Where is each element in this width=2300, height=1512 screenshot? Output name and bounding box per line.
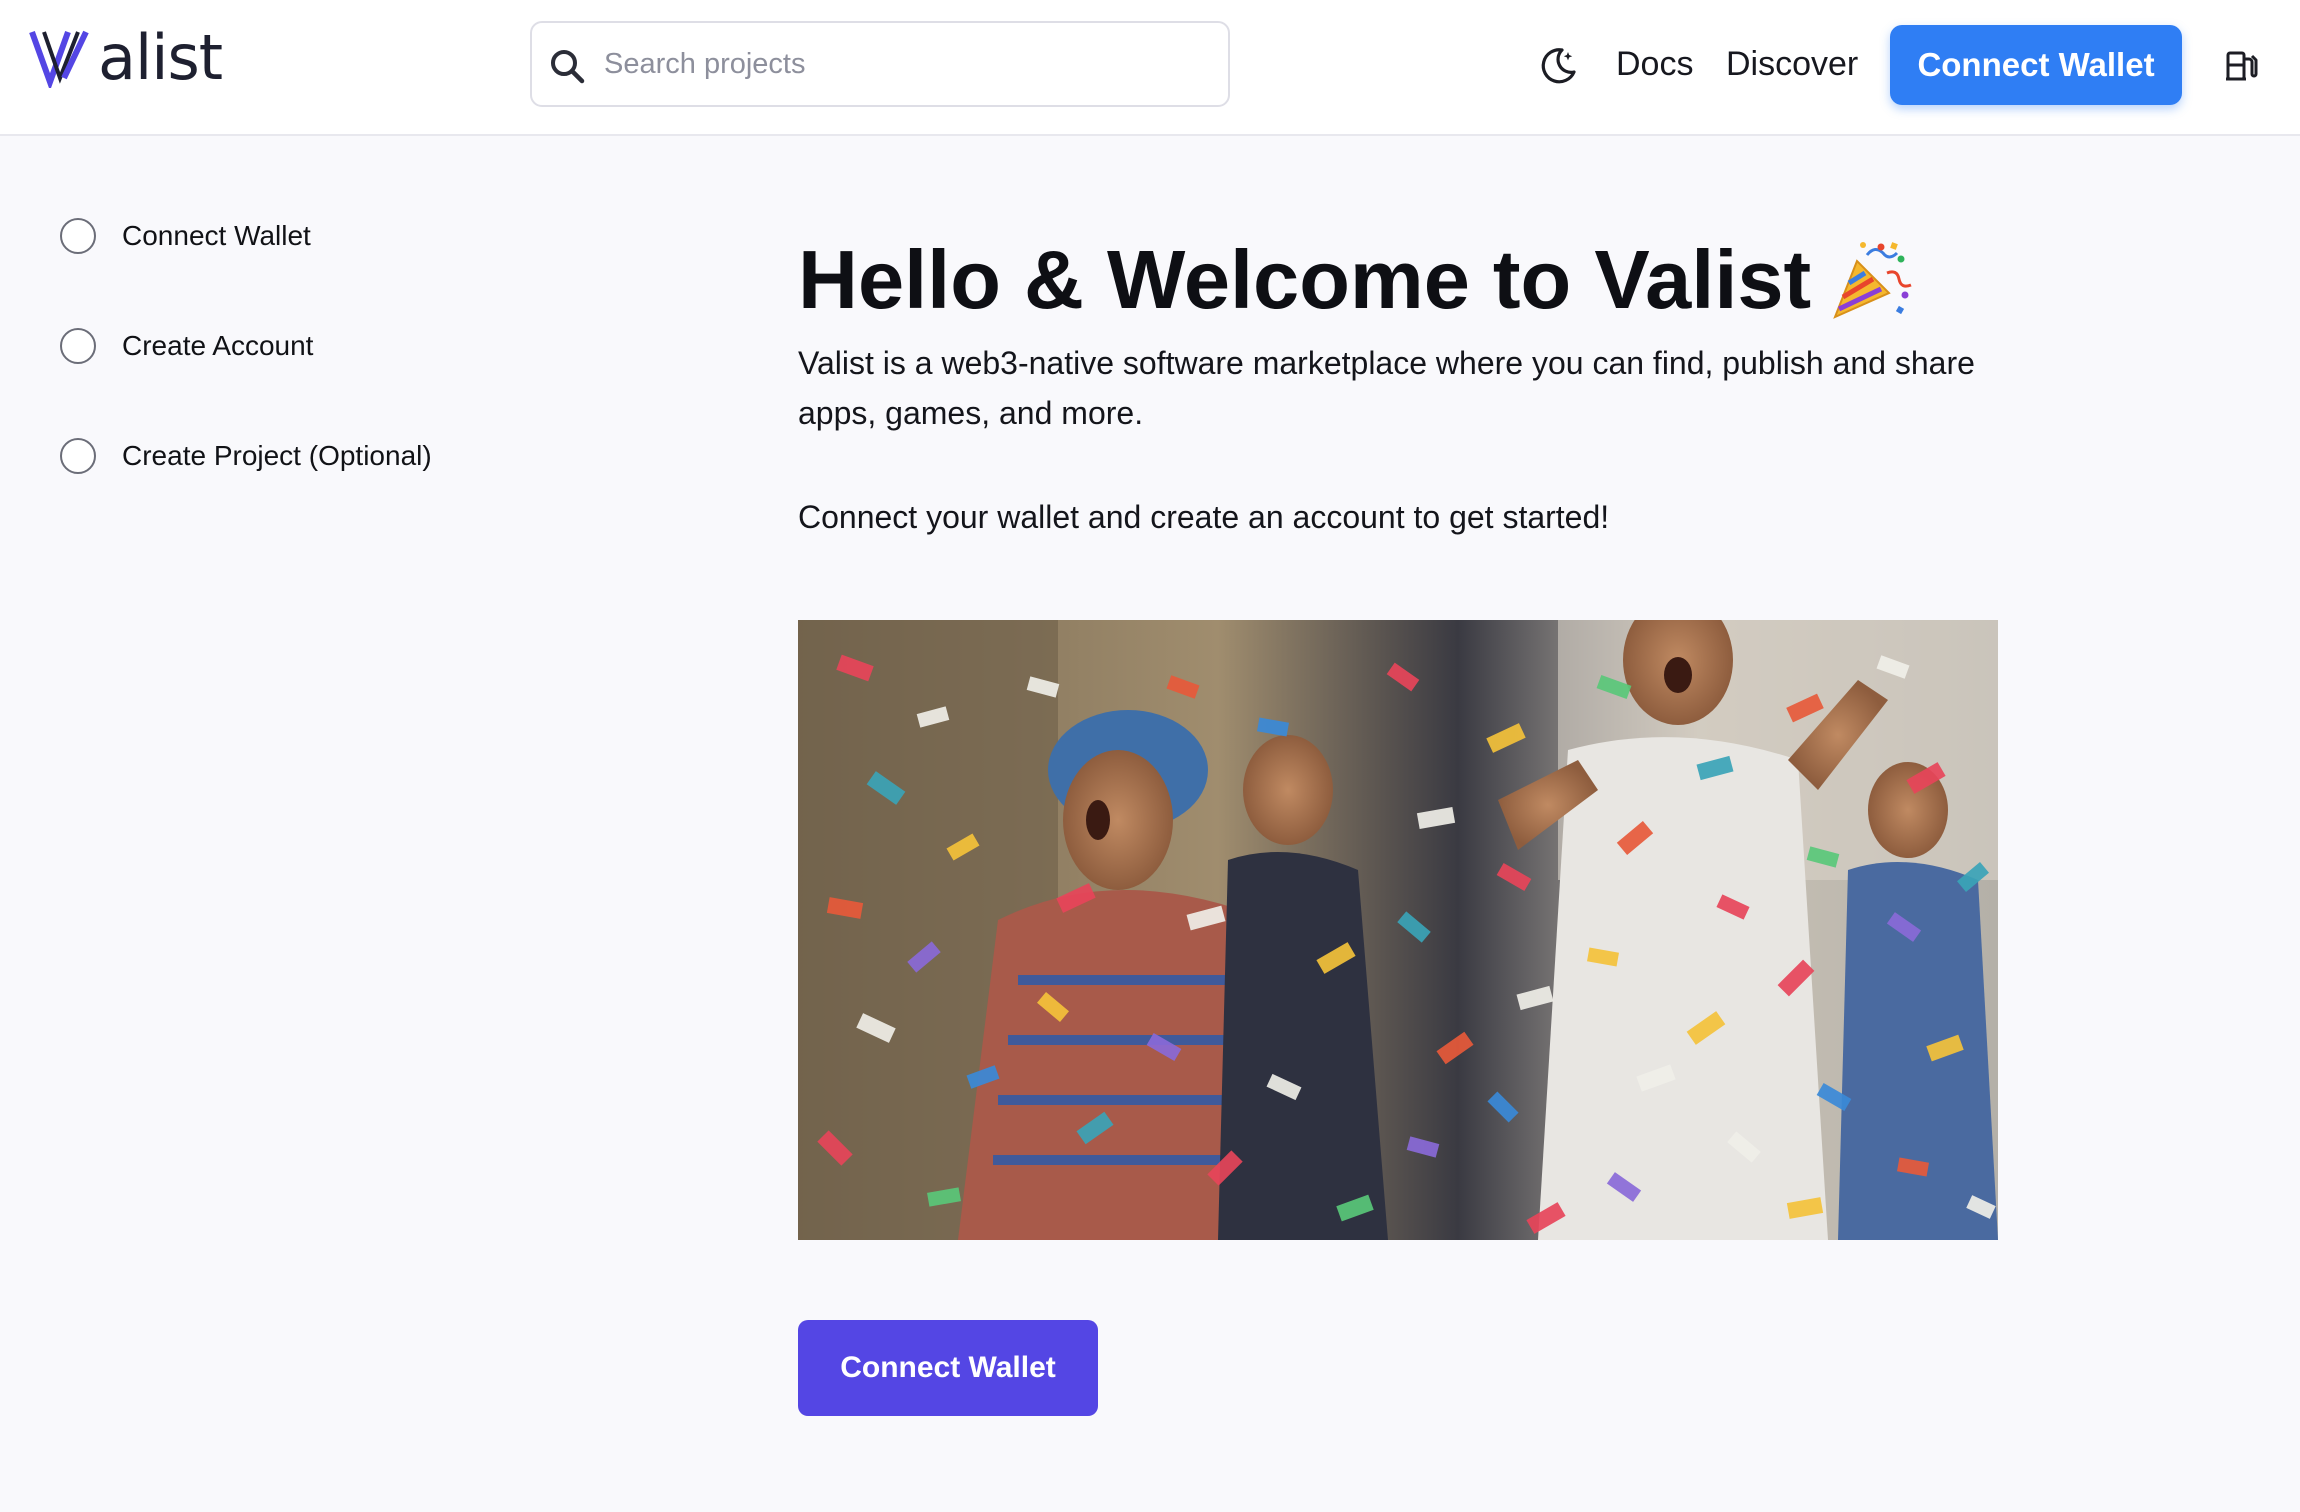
- header-connect-wallet-button[interactable]: Connect Wallet: [1890, 25, 2182, 105]
- connect-wallet-button[interactable]: Connect Wallet: [798, 1320, 1098, 1416]
- step-status-circle-icon: [60, 438, 96, 474]
- page-title-text: Hello & Welcome to Valist: [798, 233, 1812, 326]
- valist-logo[interactable]: alist: [28, 21, 223, 94]
- confetti-celebration-image: [798, 620, 1998, 1240]
- step-connect-wallet[interactable]: Connect Wallet: [60, 218, 311, 254]
- search-bar[interactable]: [530, 21, 1230, 107]
- moon-icon[interactable]: [1536, 44, 1580, 88]
- welcome-section: Hello & Welcome to Valist Valist is a we…: [798, 230, 1998, 535]
- valist-v-logo-icon: [29, 30, 89, 88]
- party-popper-icon: [1833, 242, 1912, 319]
- step-status-circle-icon: [60, 328, 96, 364]
- step-status-circle-icon: [60, 218, 96, 254]
- step-create-account[interactable]: Create Account: [60, 328, 313, 364]
- step-label: Connect Wallet: [122, 220, 311, 251]
- nav-docs-link[interactable]: Docs: [1616, 40, 1693, 88]
- gas-pump-icon[interactable]: [2224, 49, 2258, 83]
- step-create-project[interactable]: Create Project (Optional): [60, 438, 432, 474]
- nav-discover-link[interactable]: Discover: [1726, 40, 1858, 88]
- search-icon: [551, 50, 585, 84]
- page-title: Hello & Welcome to Valist: [798, 230, 1998, 330]
- search-input[interactable]: [604, 23, 1204, 105]
- intro-text: Valist is a web3-native software marketp…: [798, 345, 1975, 431]
- top-navbar: alist Docs Discover Connect Wallet: [0, 0, 2300, 136]
- step-label: Create Project (Optional): [122, 440, 432, 471]
- logo-wordmark: alist: [98, 21, 223, 94]
- step-label: Create Account: [122, 330, 314, 361]
- get-started-text: Connect your wallet and create an accoun…: [798, 499, 1610, 535]
